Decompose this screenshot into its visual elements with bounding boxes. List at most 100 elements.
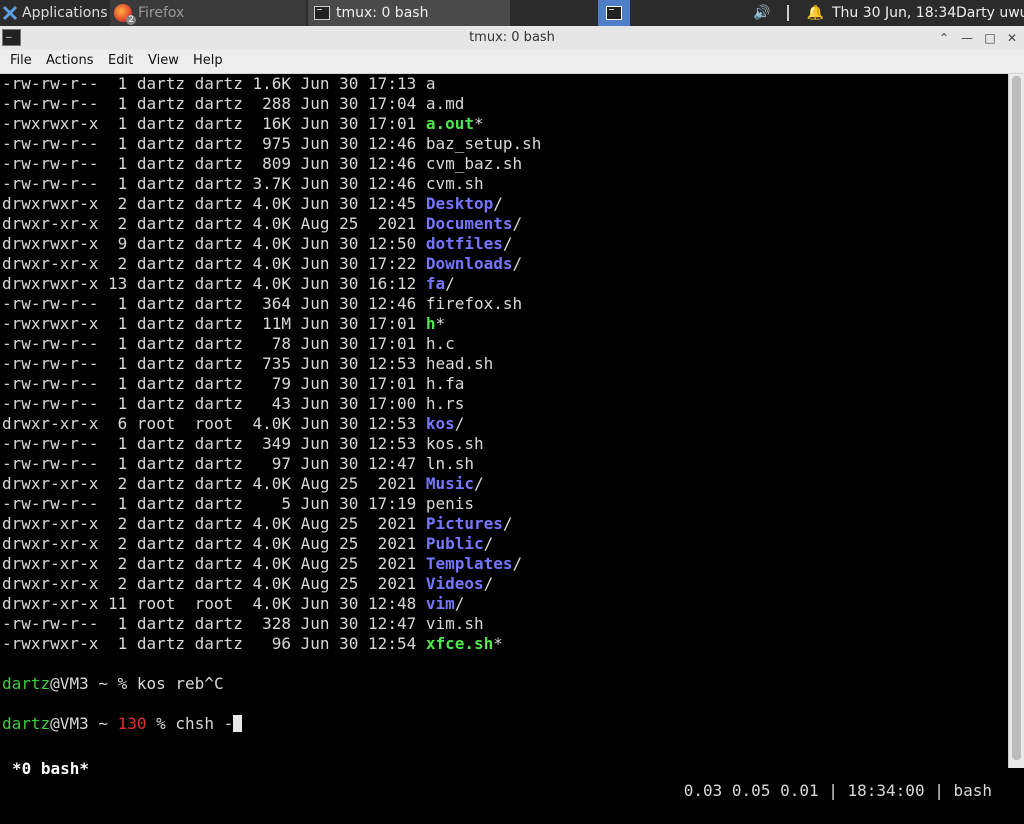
- terminal-icon: [314, 6, 330, 20]
- ls-entry-name: Documents: [425, 214, 513, 233]
- taskbar-terminal-button[interactable]: tmux: 0 bash: [308, 0, 510, 26]
- ls-entry-suffix: /: [454, 594, 465, 613]
- ls-entry-name: dotfiles: [425, 234, 503, 253]
- ls-entry: drwxrwxr-x 9 dartz dartz 4.0K Jun 30 12:…: [2, 234, 513, 254]
- ls-entry: drwxr-xr-x 6 root root 4.0K Jun 30 12:53…: [2, 414, 464, 434]
- ls-entry-meta: -rw-rw-r-- 1 dartz dartz 328 Jun 30 12:4…: [2, 614, 426, 633]
- text-cursor: [233, 715, 243, 732]
- ls-entry: -rw-rw-r-- 1 dartz dartz 3.7K Jun 30 12:…: [2, 174, 484, 194]
- ls-entry-name: Music: [425, 474, 475, 493]
- notification-bell-icon[interactable]: 🔔: [806, 5, 823, 21]
- ls-entry-name: h.rs: [425, 394, 465, 413]
- volume-icon[interactable]: 🔊: [753, 5, 770, 21]
- ls-entry: -rw-rw-r-- 1 dartz dartz 735 Jun 30 12:5…: [2, 354, 493, 374]
- ls-entry-name: cvm_baz.sh: [425, 154, 523, 173]
- close-icon[interactable]: ✕: [1003, 29, 1021, 47]
- ls-entry-name: Templates: [425, 554, 513, 573]
- ls-entry-name: baz_setup.sh: [425, 134, 542, 153]
- ls-entry-name: Downloads: [425, 254, 513, 273]
- ls-entry: -rwxrwxr-x 1 dartz dartz 16K Jun 30 17:0…: [2, 114, 484, 134]
- user-menu[interactable]: Darty uwu: [956, 0, 1024, 26]
- ls-entry-meta: -rw-rw-r-- 1 dartz dartz 97 Jun 30 12:47: [2, 454, 426, 473]
- menu-edit[interactable]: Edit: [108, 53, 133, 68]
- menu-bar: File Actions Edit View Help: [0, 50, 1024, 74]
- ls-entry-suffix: /: [512, 554, 523, 573]
- ls-entry: drwxr-xr-x 2 dartz dartz 4.0K Jun 30 17:…: [2, 254, 522, 274]
- ls-entry-meta: drwxr-xr-x 2 dartz dartz 4.0K Aug 25 202…: [2, 474, 426, 493]
- minimize-icon[interactable]: —: [958, 29, 976, 47]
- applications-menu-button[interactable]: Applications: [0, 0, 108, 26]
- ls-entry-meta: -rw-rw-r-- 1 dartz dartz 43 Jun 30 17:00: [2, 394, 426, 413]
- ls-entry-name: a: [425, 74, 436, 93]
- workspace-switcher[interactable]: [598, 0, 630, 26]
- ls-entry-suffix: /: [474, 474, 484, 493]
- window-count-badge: 2: [126, 15, 136, 25]
- ls-entry: drwxrwxr-x 2 dartz dartz 4.0K Jun 30 12:…: [2, 194, 503, 214]
- ls-entry: drwxrwxr-x 13 dartz dartz 4.0K Jun 30 16…: [2, 274, 455, 294]
- ls-entry-name: Public: [425, 534, 484, 553]
- ls-entry: -rw-rw-r-- 1 dartz dartz 349 Jun 30 12:5…: [2, 434, 484, 454]
- ls-entry-name: vim.sh: [425, 614, 484, 633]
- ls-entry-meta: -rw-rw-r-- 1 dartz dartz 3.7K Jun 30 12:…: [2, 174, 426, 193]
- tmux-window-list[interactable]: *0 bash*: [12, 758, 89, 780]
- taskbar-firefox-label: Firefox: [138, 5, 185, 21]
- ls-entry-name: Pictures: [425, 514, 503, 533]
- ls-entry-meta: -rwxrwxr-x 1 dartz dartz 11M Jun 30 17:0…: [2, 314, 426, 333]
- ls-entry: drwxr-xr-x 2 dartz dartz 4.0K Aug 25 202…: [2, 574, 493, 594]
- system-tray: 🔊 🔔: [746, 0, 826, 26]
- maximize-icon[interactable]: □: [981, 29, 999, 47]
- terminal-scrollbar[interactable]: [1008, 74, 1024, 768]
- ls-entry-name: cvm.sh: [425, 174, 484, 193]
- ls-entry-name: h.fa: [425, 374, 465, 393]
- ls-entry-meta: drwxr-xr-x 11 root root 4.0K Jun 30 12:4…: [2, 594, 426, 613]
- battery-icon[interactable]: [787, 5, 790, 21]
- ls-entry: drwxr-xr-x 2 dartz dartz 4.0K Aug 25 202…: [2, 554, 522, 574]
- ls-entry-name: penis: [425, 494, 475, 513]
- ls-entry-suffix: /: [483, 574, 494, 593]
- prompt-host: @VM3 ~: [50, 714, 118, 733]
- terminal-view[interactable]: -rw-rw-r-- 1 dartz dartz 1.6K Jun 30 17:…: [0, 74, 1008, 800]
- ls-entry-meta: -rw-rw-r-- 1 dartz dartz 809 Jun 30 12:4…: [2, 154, 426, 173]
- ls-entry: -rwxrwxr-x 1 dartz dartz 11M Jun 30 17:0…: [2, 314, 445, 334]
- applications-label: Applications: [22, 5, 108, 21]
- ls-entry: -rw-rw-r-- 1 dartz dartz 78 Jun 30 17:01…: [2, 334, 455, 354]
- ls-entry-meta: drwxrwxr-x 2 dartz dartz 4.0K Jun 30 12:…: [2, 194, 426, 213]
- ls-entry-meta: -rw-rw-r-- 1 dartz dartz 975 Jun 30 12:4…: [2, 134, 426, 153]
- taskbar-firefox-button[interactable]: 2 Firefox: [110, 0, 306, 26]
- ls-entry-suffix: /: [512, 254, 523, 273]
- ls-entry: drwxr-xr-x 2 dartz dartz 4.0K Aug 25 202…: [2, 474, 484, 494]
- ls-entry: -rw-rw-r-- 1 dartz dartz 1.6K Jun 30 17:…: [2, 74, 435, 94]
- window-titlebar[interactable]: tmux: 0 bash ⌃ — □ ✕: [0, 25, 1024, 51]
- menu-file[interactable]: File: [10, 53, 32, 68]
- ls-entry-name: xfce.sh: [425, 634, 494, 653]
- ls-entry-meta: drwxr-xr-x 2 dartz dartz 4.0K Aug 25 202…: [2, 214, 426, 233]
- ls-entry-meta: -rw-rw-r-- 1 dartz dartz 735 Jun 30 12:5…: [2, 354, 426, 373]
- ls-entry-suffix: /: [445, 274, 455, 293]
- ls-entry-suffix: /: [493, 194, 503, 213]
- ls-entry-meta: drwxr-xr-x 2 dartz dartz 4.0K Jun 30 17:…: [2, 254, 426, 273]
- scrollbar-thumb[interactable]: [1012, 76, 1021, 760]
- ls-entry-suffix: *: [435, 314, 446, 333]
- menu-help[interactable]: Help: [193, 53, 223, 68]
- ls-entry-suffix: *: [474, 114, 484, 133]
- prompt-user: dartz: [2, 674, 51, 693]
- ls-entry-meta: -rw-rw-r-- 1 dartz dartz 5 Jun 30 17:19: [2, 494, 426, 513]
- panel-clock[interactable]: Thu 30 Jun, 18:34: [832, 0, 956, 26]
- menu-actions[interactable]: Actions: [46, 53, 94, 68]
- ls-entry: -rw-rw-r-- 1 dartz dartz 5 Jun 30 17:19 …: [2, 494, 474, 514]
- ls-entry-meta: -rw-rw-r-- 1 dartz dartz 288 Jun 30 17:0…: [2, 94, 426, 113]
- shade-up-icon[interactable]: ⌃: [935, 29, 953, 47]
- command-input[interactable]: chsh -: [175, 714, 233, 733]
- ls-entry-meta: -rw-rw-r-- 1 dartz dartz 79 Jun 30 17:01: [2, 374, 426, 393]
- ls-entry: -rw-rw-r-- 1 dartz dartz 43 Jun 30 17:00…: [2, 394, 464, 414]
- ls-entry: -rw-rw-r-- 1 dartz dartz 809 Jun 30 12:4…: [2, 154, 522, 174]
- ls-entry-name: a.md: [425, 94, 465, 113]
- ls-entry: -rw-rw-r-- 1 dartz dartz 975 Jun 30 12:4…: [2, 134, 541, 154]
- ls-entry-name: Desktop: [425, 194, 494, 213]
- ls-entry-meta: -rw-rw-r-- 1 dartz dartz 364 Jun 30 12:4…: [2, 294, 426, 313]
- ls-entry-meta: -rw-rw-r-- 1 dartz dartz 78 Jun 30 17:01: [2, 334, 426, 353]
- menu-view[interactable]: View: [148, 53, 179, 68]
- ls-entry-name: kos.sh: [425, 434, 484, 453]
- ls-entry-suffix: /: [502, 234, 513, 253]
- firefox-icon: 2: [114, 4, 136, 25]
